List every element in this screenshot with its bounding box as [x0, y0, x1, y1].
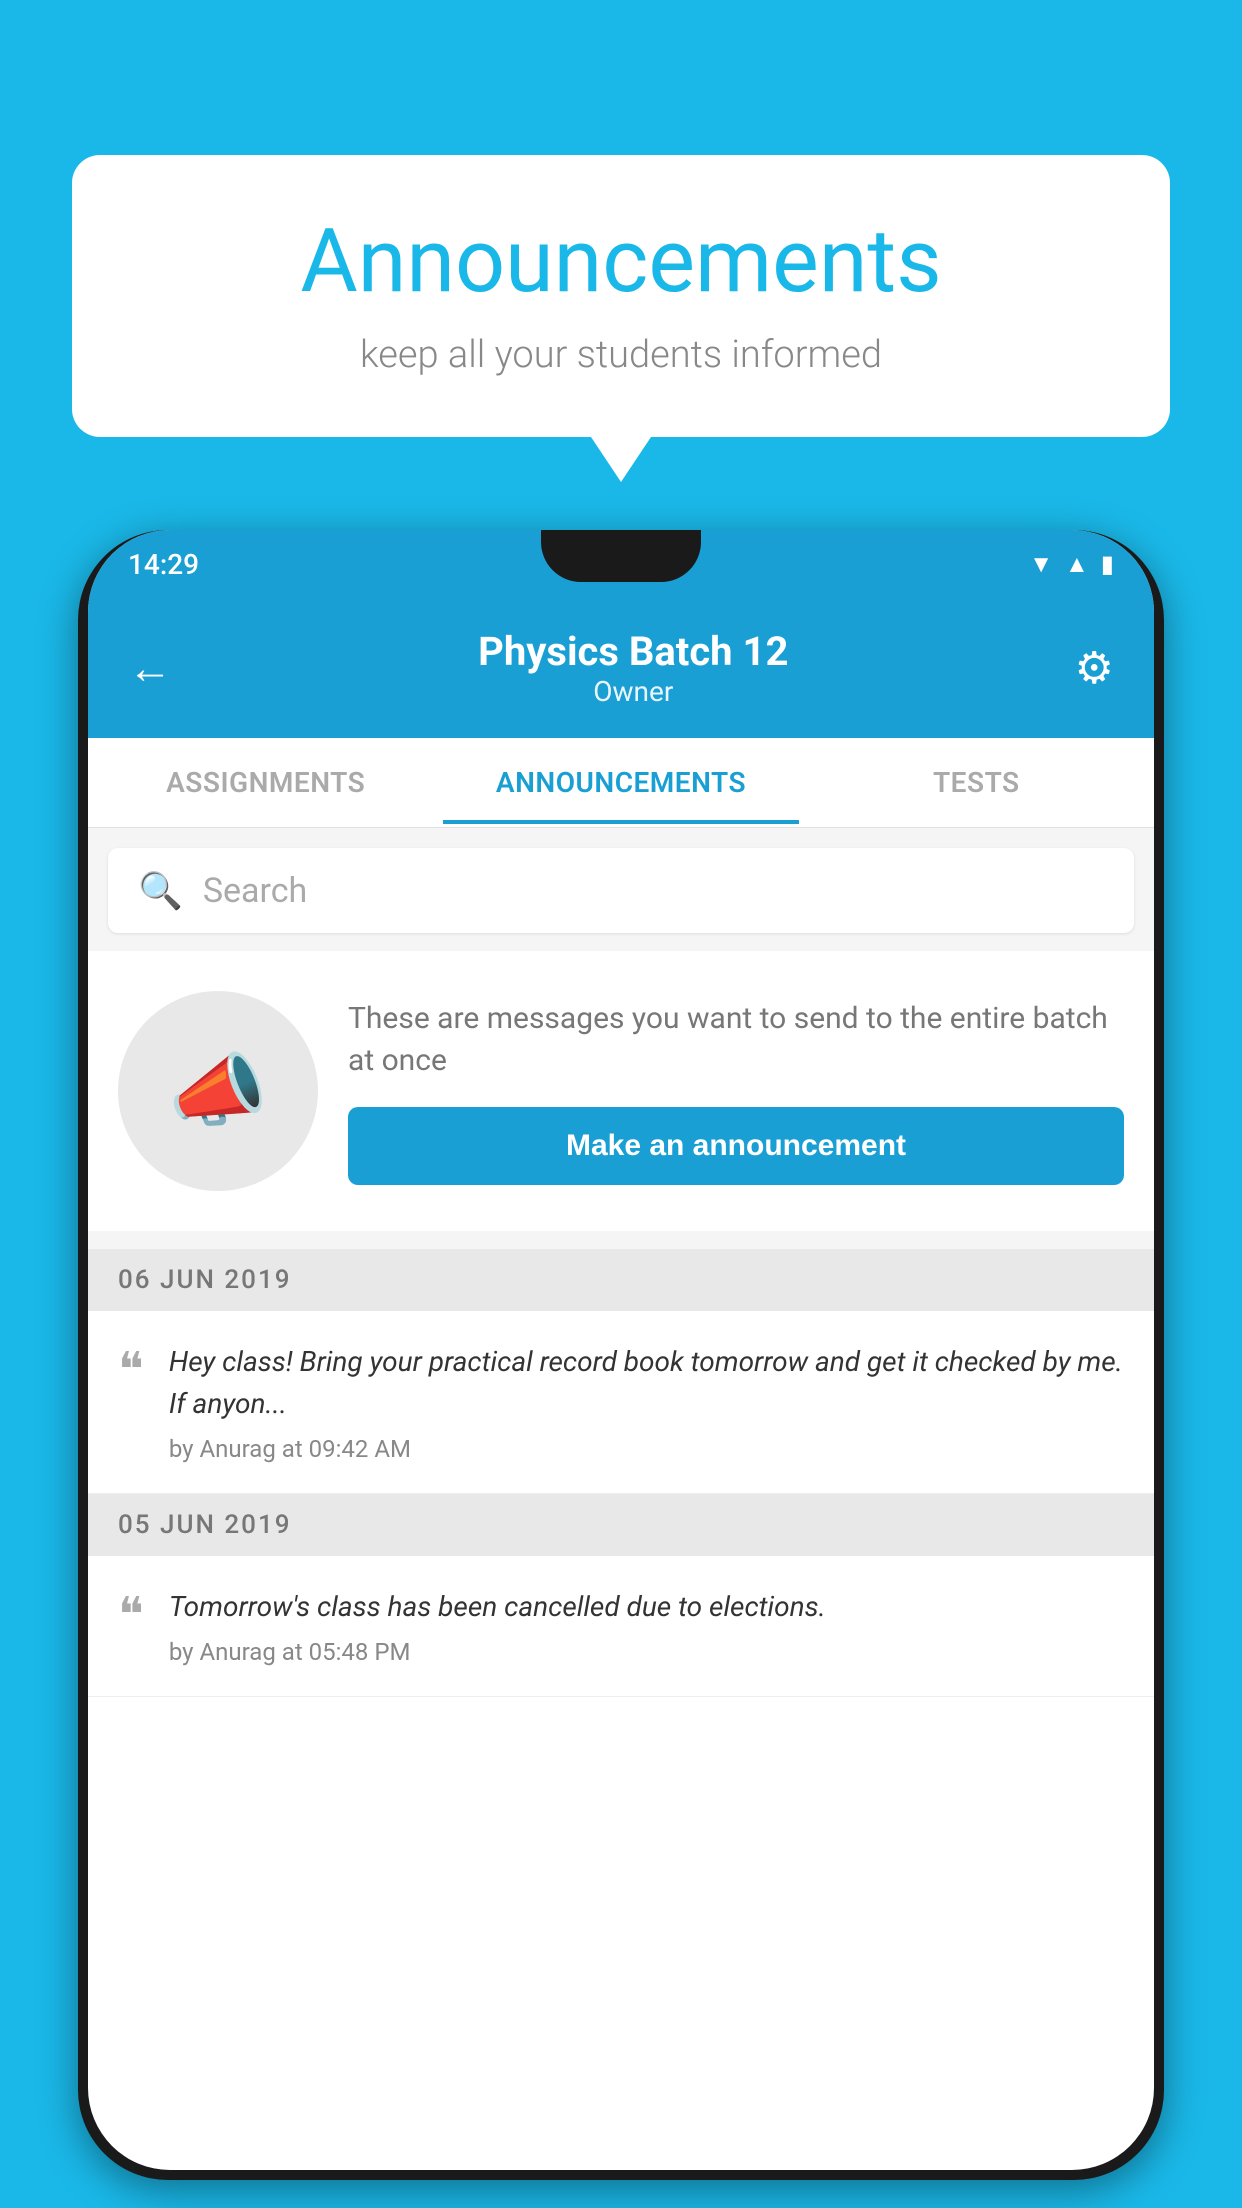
announcement-item-2: ❝ Tomorrow's class has been cancelled du…	[88, 1556, 1154, 1697]
quote-icon-2: ❝	[118, 1591, 144, 1639]
date-separator-2: 05 JUN 2019	[88, 1494, 1154, 1556]
content-area: 🔍 Search 📣 These are messages you want t…	[88, 828, 1154, 1697]
announcement-meta-1: by Anurag at 09:42 AM	[169, 1435, 1124, 1463]
announcement-content-2: Tomorrow's class has been cancelled due …	[169, 1586, 1124, 1666]
promo-section: 📣 These are messages you want to send to…	[88, 951, 1154, 1231]
header-subtitle: Owner	[192, 675, 1075, 708]
tab-tests[interactable]: TESTS	[799, 741, 1154, 824]
announcement-text-1: Hey class! Bring your practical record b…	[169, 1341, 1124, 1425]
search-bar[interactable]: 🔍 Search	[108, 848, 1134, 933]
bubble-subtitle: keep all your students informed	[132, 333, 1110, 377]
speech-bubble: Announcements keep all your students inf…	[72, 155, 1170, 437]
phone-container: 14:29 ▼ ▲ ▮ ← Physics Batch 12 Owner ⚙	[78, 530, 1164, 2208]
announcement-item-1: ❝ Hey class! Bring your practical record…	[88, 1311, 1154, 1494]
speech-bubble-section: Announcements keep all your students inf…	[72, 155, 1170, 437]
signal-icon: ▲	[1065, 550, 1089, 579]
settings-gear-icon[interactable]: ⚙	[1075, 642, 1114, 694]
announcement-text-2: Tomorrow's class has been cancelled due …	[169, 1586, 1124, 1628]
wifi-icon: ▼	[1029, 550, 1053, 579]
promo-description: These are messages you want to send to t…	[348, 998, 1124, 1082]
notch	[541, 530, 701, 582]
megaphone-icon: 📣	[168, 1044, 268, 1138]
promo-icon-circle: 📣	[118, 991, 318, 1191]
search-placeholder: Search	[203, 871, 307, 911]
battery-icon: ▮	[1101, 550, 1114, 578]
back-button[interactable]: ←	[128, 642, 172, 694]
status-bar: 14:29 ▼ ▲ ▮	[88, 530, 1154, 598]
bubble-title: Announcements	[132, 210, 1110, 313]
phone-screen: 14:29 ▼ ▲ ▮ ← Physics Batch 12 Owner ⚙	[88, 530, 1154, 2170]
app-header: ← Physics Batch 12 Owner ⚙	[88, 598, 1154, 738]
make-announcement-button[interactable]: Make an announcement	[348, 1107, 1124, 1185]
header-center: Physics Batch 12 Owner	[192, 628, 1075, 708]
search-icon: 🔍	[138, 870, 183, 912]
quote-icon-1: ❝	[118, 1346, 144, 1394]
tabs-container: ASSIGNMENTS ANNOUNCEMENTS TESTS	[88, 738, 1154, 828]
date-separator-1: 06 JUN 2019	[88, 1249, 1154, 1311]
tab-announcements[interactable]: ANNOUNCEMENTS	[443, 741, 798, 824]
tab-assignments[interactable]: ASSIGNMENTS	[88, 741, 443, 824]
announcement-content-1: Hey class! Bring your practical record b…	[169, 1341, 1124, 1463]
header-title: Physics Batch 12	[192, 628, 1075, 675]
phone-frame: 14:29 ▼ ▲ ▮ ← Physics Batch 12 Owner ⚙	[78, 530, 1164, 2180]
announcement-meta-2: by Anurag at 05:48 PM	[169, 1638, 1124, 1666]
promo-content: These are messages you want to send to t…	[348, 998, 1124, 1185]
status-time: 14:29	[128, 548, 199, 581]
status-icons: ▼ ▲ ▮	[1029, 550, 1114, 579]
